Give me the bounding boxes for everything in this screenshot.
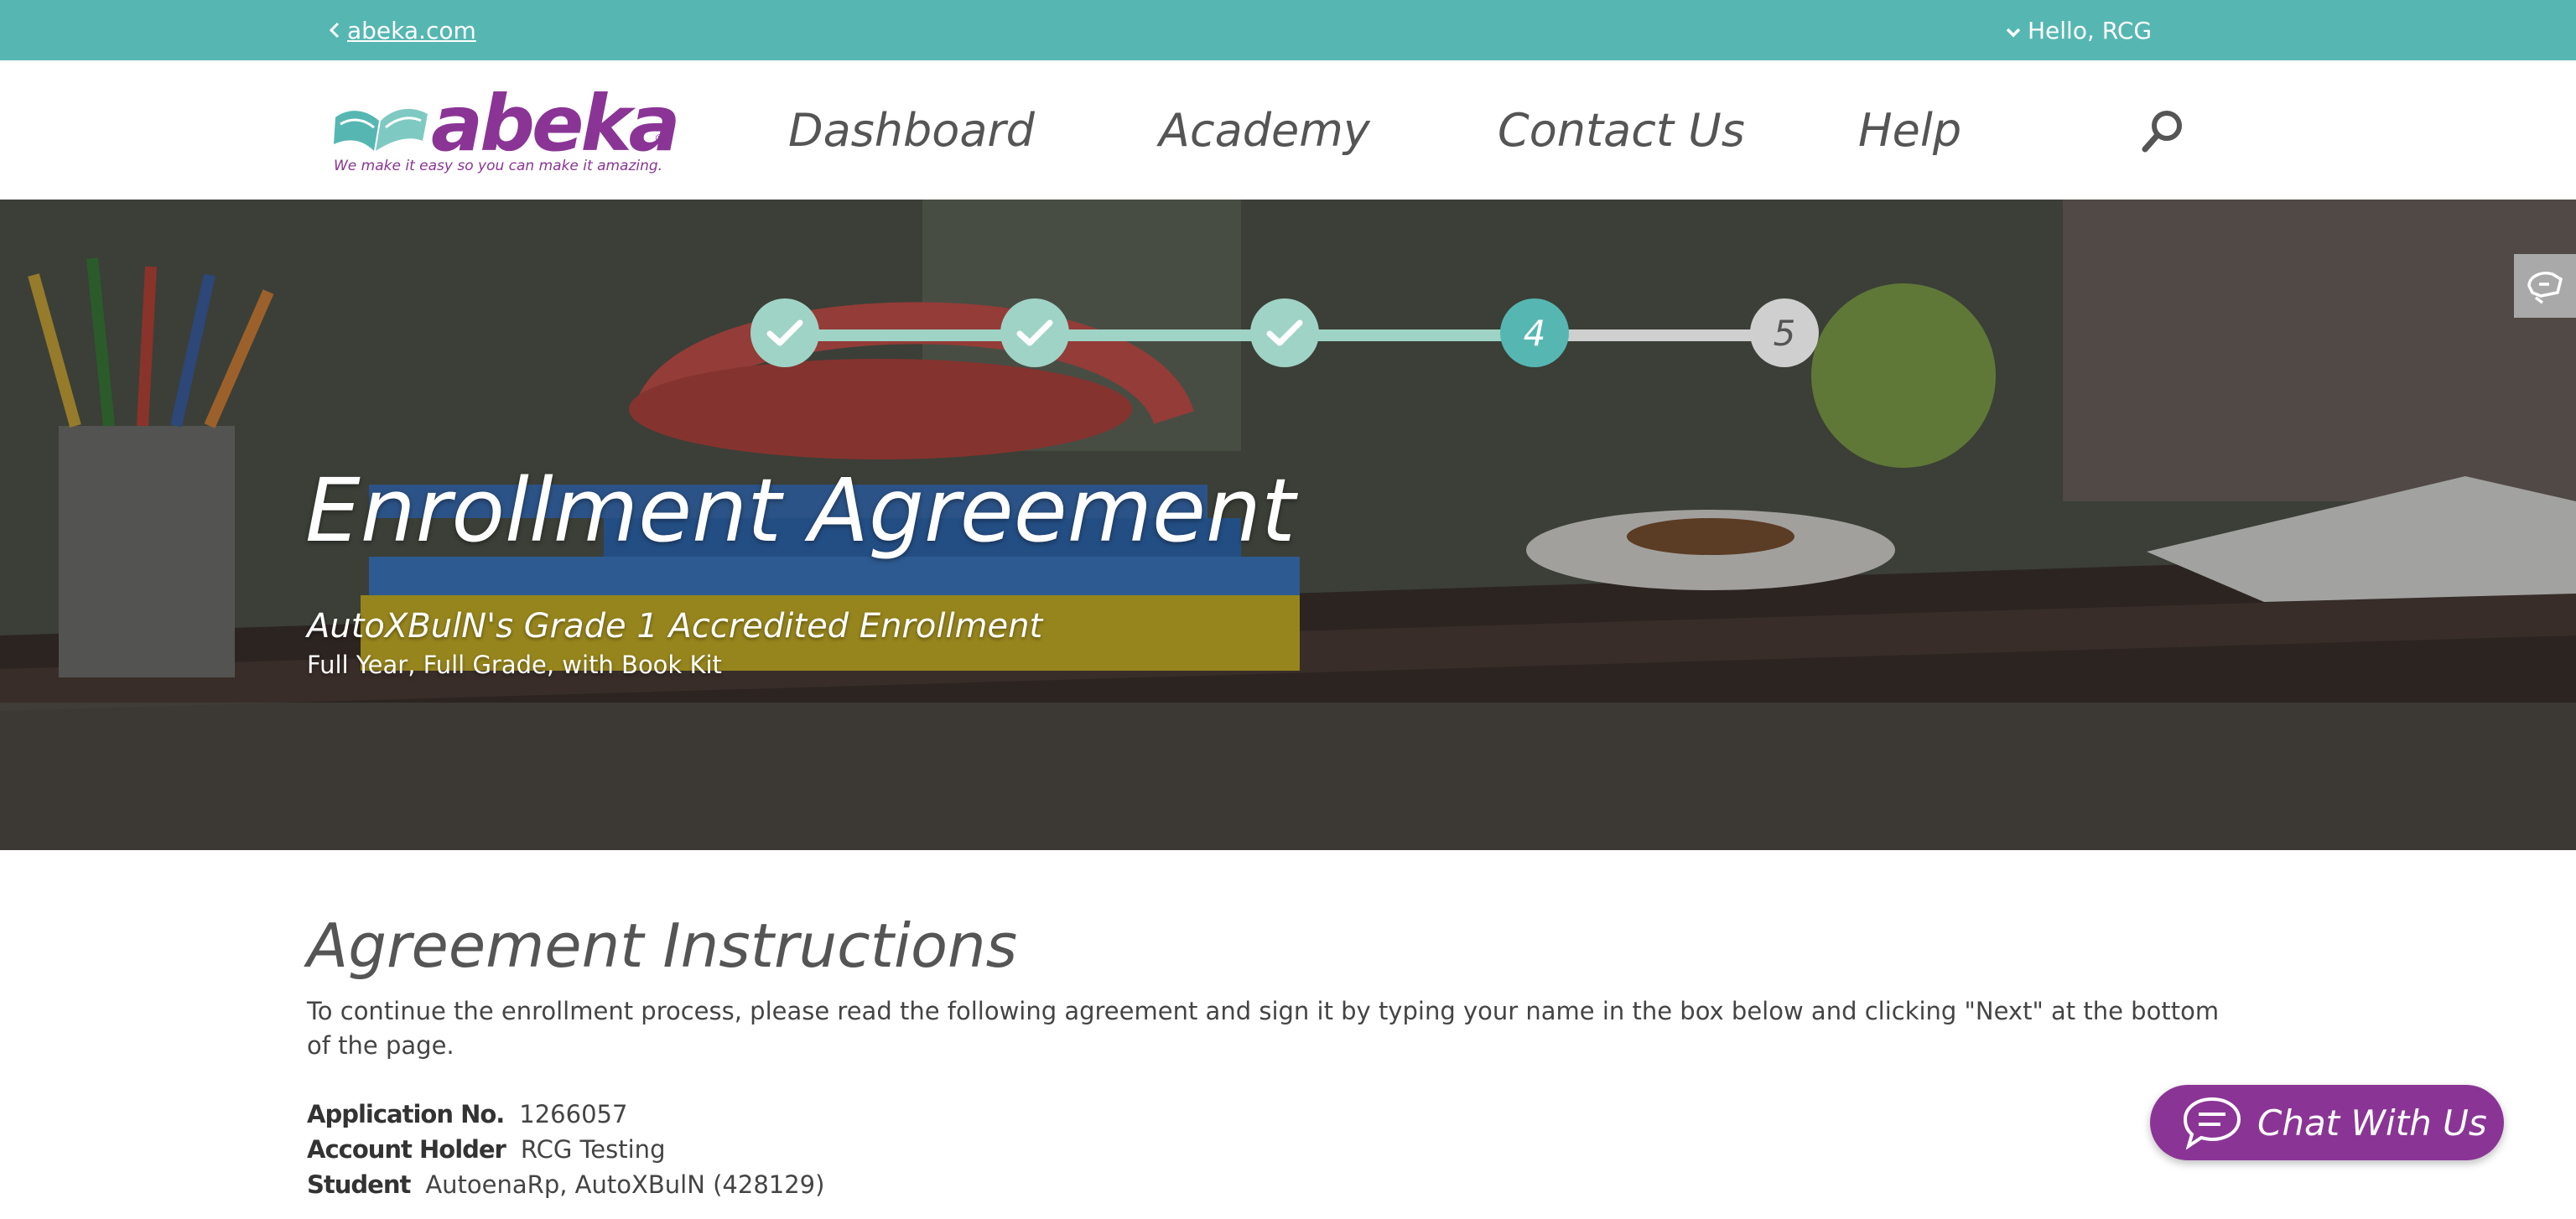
field-value: AutoenaRp, AutoXBulN (428129) [425, 1170, 825, 1199]
enrollment-subtitle: AutoXBulN's Grade 1 Accredited Enrollmen… [307, 607, 1043, 646]
open-book-icon [334, 108, 428, 151]
hero-banner: 4 5 Enrollment Agreement AutoXBulN's Gra… [0, 200, 2576, 850]
logo-wordmark: abeka [431, 79, 681, 169]
checkmark-icon [766, 319, 803, 346]
agreement-instructions: To continue the enrollment process, plea… [307, 997, 2220, 1060]
abeka-home-link-label: abeka.com [347, 17, 476, 44]
step-2 [1000, 298, 1069, 367]
field-value: RCG Testing [520, 1135, 666, 1164]
nav-dashboard[interactable]: Dashboard [788, 104, 1035, 157]
logo-registered-mark: ® [654, 132, 666, 146]
search-icon[interactable] [2140, 107, 2187, 154]
top-bar: abeka.com Hello, RCG [0, 0, 2576, 60]
main-nav: abeka ® We make it easy so you can make … [0, 60, 2576, 200]
user-menu[interactable]: Hello, RCG [2006, 17, 2152, 44]
field-value: 1266057 [519, 1100, 628, 1128]
chat-bubble-icon [2183, 1097, 2241, 1149]
checkmark-icon [1266, 319, 1303, 346]
chat-button-label: Chat With Us [2257, 1102, 2487, 1144]
field-label: Account Holder [307, 1135, 506, 1164]
step-1 [750, 298, 819, 367]
enrollment-detail: Full Year, Full Grade, with Book Kit [307, 651, 722, 679]
chevron-left-icon [329, 17, 340, 44]
chevron-down-icon [2006, 17, 2021, 44]
nav-contact-us[interactable]: Contact Us [1498, 104, 1745, 157]
chat-with-us-button[interactable]: Chat With Us [2150, 1085, 2504, 1160]
abeka-home-link[interactable]: abeka.com [329, 17, 476, 44]
user-greeting: Hello, RCG [2028, 17, 2153, 44]
student-row: Student AutoenaRp, AutoXBulN (428129) [307, 1170, 824, 1199]
page-title: Enrollment Agreement [305, 459, 1296, 562]
nav-help[interactable]: Help [1858, 104, 1961, 157]
feedback-icon [2527, 272, 2563, 304]
abeka-logo[interactable]: abeka ® We make it easy so you can make … [332, 79, 681, 176]
step-3 [1250, 298, 1319, 367]
field-label: Student [307, 1170, 411, 1199]
field-label: Application No. [307, 1100, 505, 1128]
section-heading: Agreement Instructions [307, 910, 1018, 981]
feedback-tab[interactable] [2514, 254, 2576, 318]
step-4: 4 [1500, 298, 1569, 367]
step-5: 5 [1750, 298, 1819, 367]
nav-academy[interactable]: Academy [1159, 104, 1370, 157]
logo-tagline: We make it easy so you can make it amazi… [334, 158, 663, 174]
checkmark-icon [1016, 319, 1053, 346]
application-number-row: Application No. 1266057 [307, 1100, 627, 1128]
account-holder-row: Account Holder RCG Testing [307, 1135, 665, 1164]
